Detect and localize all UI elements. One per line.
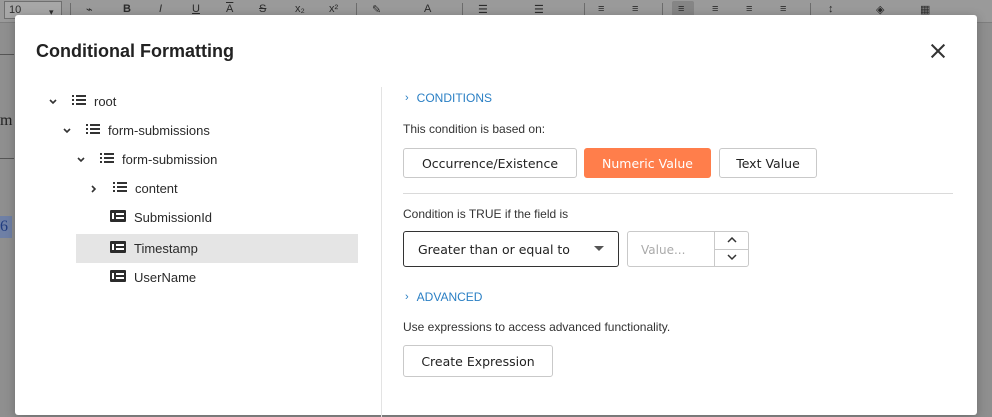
occurrence-existence-button[interactable]: Occurrence/Existence [403, 148, 577, 178]
chevron-down-icon [727, 254, 737, 261]
close-icon[interactable] [927, 41, 949, 63]
chevron-down-icon[interactable] [76, 155, 86, 165]
dialog-title: Conditional Formatting [36, 41, 234, 61]
tree-item-username[interactable]: UserName [110, 263, 358, 292]
field-icon [110, 210, 126, 225]
chevron-down-icon [594, 246, 604, 251]
tree-item-label: Timestamp [134, 241, 198, 256]
advanced-section-toggle[interactable]: › ADVANCED [405, 290, 482, 304]
document-text-fragment: 6 [0, 218, 8, 235]
line-spacing-icon[interactable]: ↕ [828, 3, 834, 15]
section-divider [403, 193, 953, 194]
tree-item-form-submission[interactable]: form-submission [76, 145, 358, 174]
document-text-fragment: m [0, 112, 13, 129]
tree-item-form-submissions[interactable]: form-submissions [62, 116, 358, 145]
list-icon [113, 181, 127, 196]
superscript-icon[interactable]: x² [329, 3, 338, 15]
align-left-icon[interactable]: ≡ [678, 3, 684, 15]
advanced-header: ADVANCED [416, 290, 483, 304]
tree-item-label: root [94, 94, 117, 109]
italic-icon[interactable]: I [159, 3, 162, 15]
chevron-down-icon[interactable] [62, 126, 72, 136]
tree-item-label: UserName [134, 270, 197, 285]
list-icon [72, 94, 86, 109]
chevron-right-icon: › [405, 291, 409, 303]
condition-true-label: Condition is TRUE if the field is [403, 207, 569, 221]
list-icon [100, 152, 114, 167]
tree-item-root[interactable]: root [48, 87, 358, 116]
chevron-right-icon[interactable] [89, 184, 99, 194]
underline-icon[interactable]: U [192, 3, 200, 15]
chevron-up-icon [727, 237, 737, 243]
list-icon [86, 123, 100, 138]
value-stepper [714, 232, 749, 266]
subscript-icon[interactable]: x₂ [295, 3, 305, 15]
ruler-mark [0, 54, 14, 55]
operator-select[interactable]: Greater than or equal to [403, 231, 619, 267]
numeric-value-button[interactable]: Numeric Value [584, 148, 711, 178]
increment-button[interactable] [715, 232, 749, 250]
conditions-header: CONDITIONS [416, 91, 493, 105]
align-right-icon[interactable]: ≡ [746, 3, 752, 15]
conditional-formatting-dialog: Conditional Formatting root form-submiss… [15, 15, 977, 417]
overline-icon[interactable]: A [226, 3, 233, 15]
advanced-description: Use expressions to access advanced funct… [403, 320, 671, 334]
indent-icon[interactable]: ≡ [632, 3, 638, 15]
tree-item-label: form-submissions [108, 123, 210, 138]
chevron-right-icon: › [405, 92, 409, 104]
create-expression-button[interactable]: Create Expression [403, 345, 553, 377]
text-value-button[interactable]: Text Value [719, 148, 817, 178]
tree-item-timestamp[interactable]: Timestamp [76, 234, 358, 263]
tree-item-submissionid[interactable]: SubmissionId [110, 203, 358, 232]
chevron-down-icon[interactable] [48, 97, 58, 107]
strikethrough-icon[interactable]: S [259, 3, 266, 15]
justify-icon[interactable]: ≡ [780, 3, 786, 15]
chevron-down-icon: ▾ [49, 7, 54, 17]
field-icon [110, 270, 126, 285]
font-color-icon[interactable]: A [424, 3, 431, 15]
decrement-button[interactable] [715, 249, 749, 266]
tree-item-label: SubmissionId [134, 210, 213, 225]
tree-item-label: content [135, 181, 178, 196]
tree-item-label: form-submission [122, 152, 218, 167]
field-icon [110, 241, 126, 256]
bold-icon[interactable]: B [123, 3, 131, 15]
panel-divider [381, 87, 382, 417]
conditions-section-toggle[interactable]: › CONDITIONS [405, 91, 492, 105]
align-center-icon[interactable]: ≡ [712, 3, 718, 15]
based-on-label: This condition is based on: [403, 122, 546, 136]
ruler-mark [0, 158, 14, 159]
operator-value: Greater than or equal to [418, 241, 570, 257]
value-field [627, 231, 749, 268]
tree-item-content[interactable]: content [89, 174, 358, 203]
outdent-icon[interactable]: ≡ [598, 3, 604, 15]
